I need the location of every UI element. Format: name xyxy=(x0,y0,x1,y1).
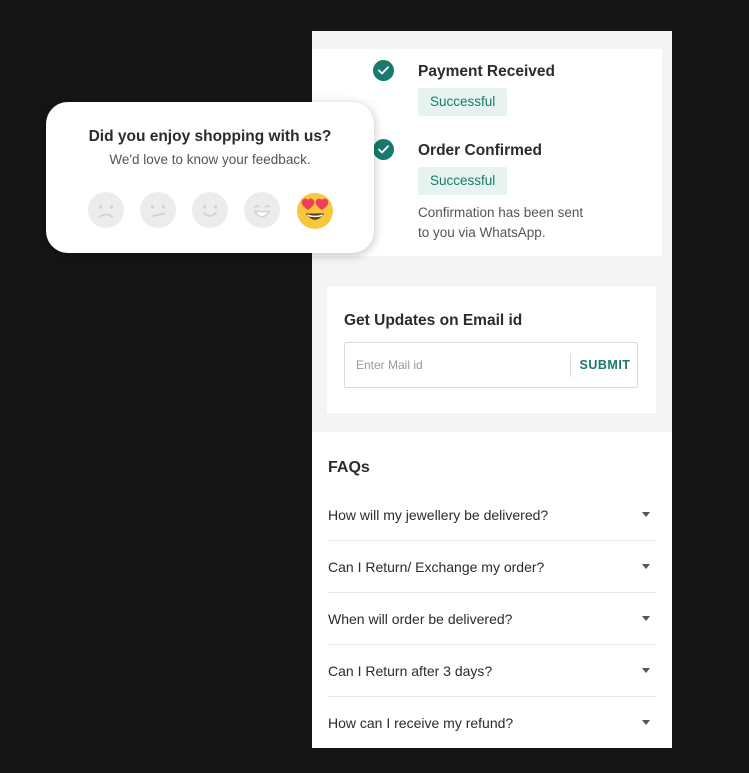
faq-list: How will my jewellery be delivered? Can … xyxy=(328,489,656,748)
status-badge: Successful xyxy=(418,167,508,195)
chevron-down-icon xyxy=(642,668,650,673)
chevron-down-icon xyxy=(642,564,650,569)
sad-face-icon[interactable] xyxy=(88,192,124,228)
status-badge: Successful xyxy=(418,88,508,116)
email-updates-card: Get Updates on Email id SUBMIT xyxy=(327,286,656,413)
faq-item[interactable]: Can I Return/ Exchange my order? xyxy=(328,541,656,593)
email-updates-title: Get Updates on Email id xyxy=(344,312,523,329)
step-title-payment: Payment Received xyxy=(418,63,555,80)
faq-question: Can I Return after 3 days? xyxy=(328,662,493,679)
faq-item[interactable]: How can I receive my refund? xyxy=(328,697,656,748)
confused-face-icon[interactable] xyxy=(140,192,176,228)
faq-question: Can I Return/ Exchange my order? xyxy=(328,558,545,575)
email-input[interactable] xyxy=(345,343,569,387)
faq-item[interactable]: When will order be delivered? xyxy=(328,593,656,645)
feedback-title: Did you enjoy shopping with us? xyxy=(88,128,332,145)
chevron-down-icon xyxy=(642,512,650,517)
faq-item[interactable]: Can I Return after 3 days? xyxy=(328,645,656,697)
confirmation-note: Confirmation has been sent to you via Wh… xyxy=(418,205,584,240)
heart-eyes-face-icon[interactable] xyxy=(295,190,335,230)
check-circle-icon xyxy=(373,139,394,160)
email-input-group: SUBMIT xyxy=(344,342,638,388)
step-title-order-confirmed: Order Confirmed xyxy=(418,142,543,159)
check-circle-icon xyxy=(373,60,394,81)
chevron-down-icon xyxy=(642,616,650,621)
rating-emoji-row xyxy=(88,192,334,230)
faq-question: When will order be delivered? xyxy=(328,610,513,627)
faq-question: How will my jewellery be delivered? xyxy=(328,506,549,523)
faq-section: FAQs How will my jewellery be delivered?… xyxy=(312,432,672,748)
faq-question: How can I receive my refund? xyxy=(328,714,514,731)
feedback-subtitle: We'd love to know your feedback. xyxy=(109,152,311,167)
chevron-down-icon xyxy=(642,720,650,725)
grin-face-icon[interactable] xyxy=(244,192,280,228)
faq-item[interactable]: How will my jewellery be delivered? xyxy=(328,489,656,541)
smile-face-icon[interactable] xyxy=(192,192,228,228)
faq-heading: FAQs xyxy=(328,459,370,476)
submit-button[interactable]: SUBMIT xyxy=(571,343,639,387)
feedback-popup: Did you enjoy shopping with us? We'd lov… xyxy=(46,102,374,253)
